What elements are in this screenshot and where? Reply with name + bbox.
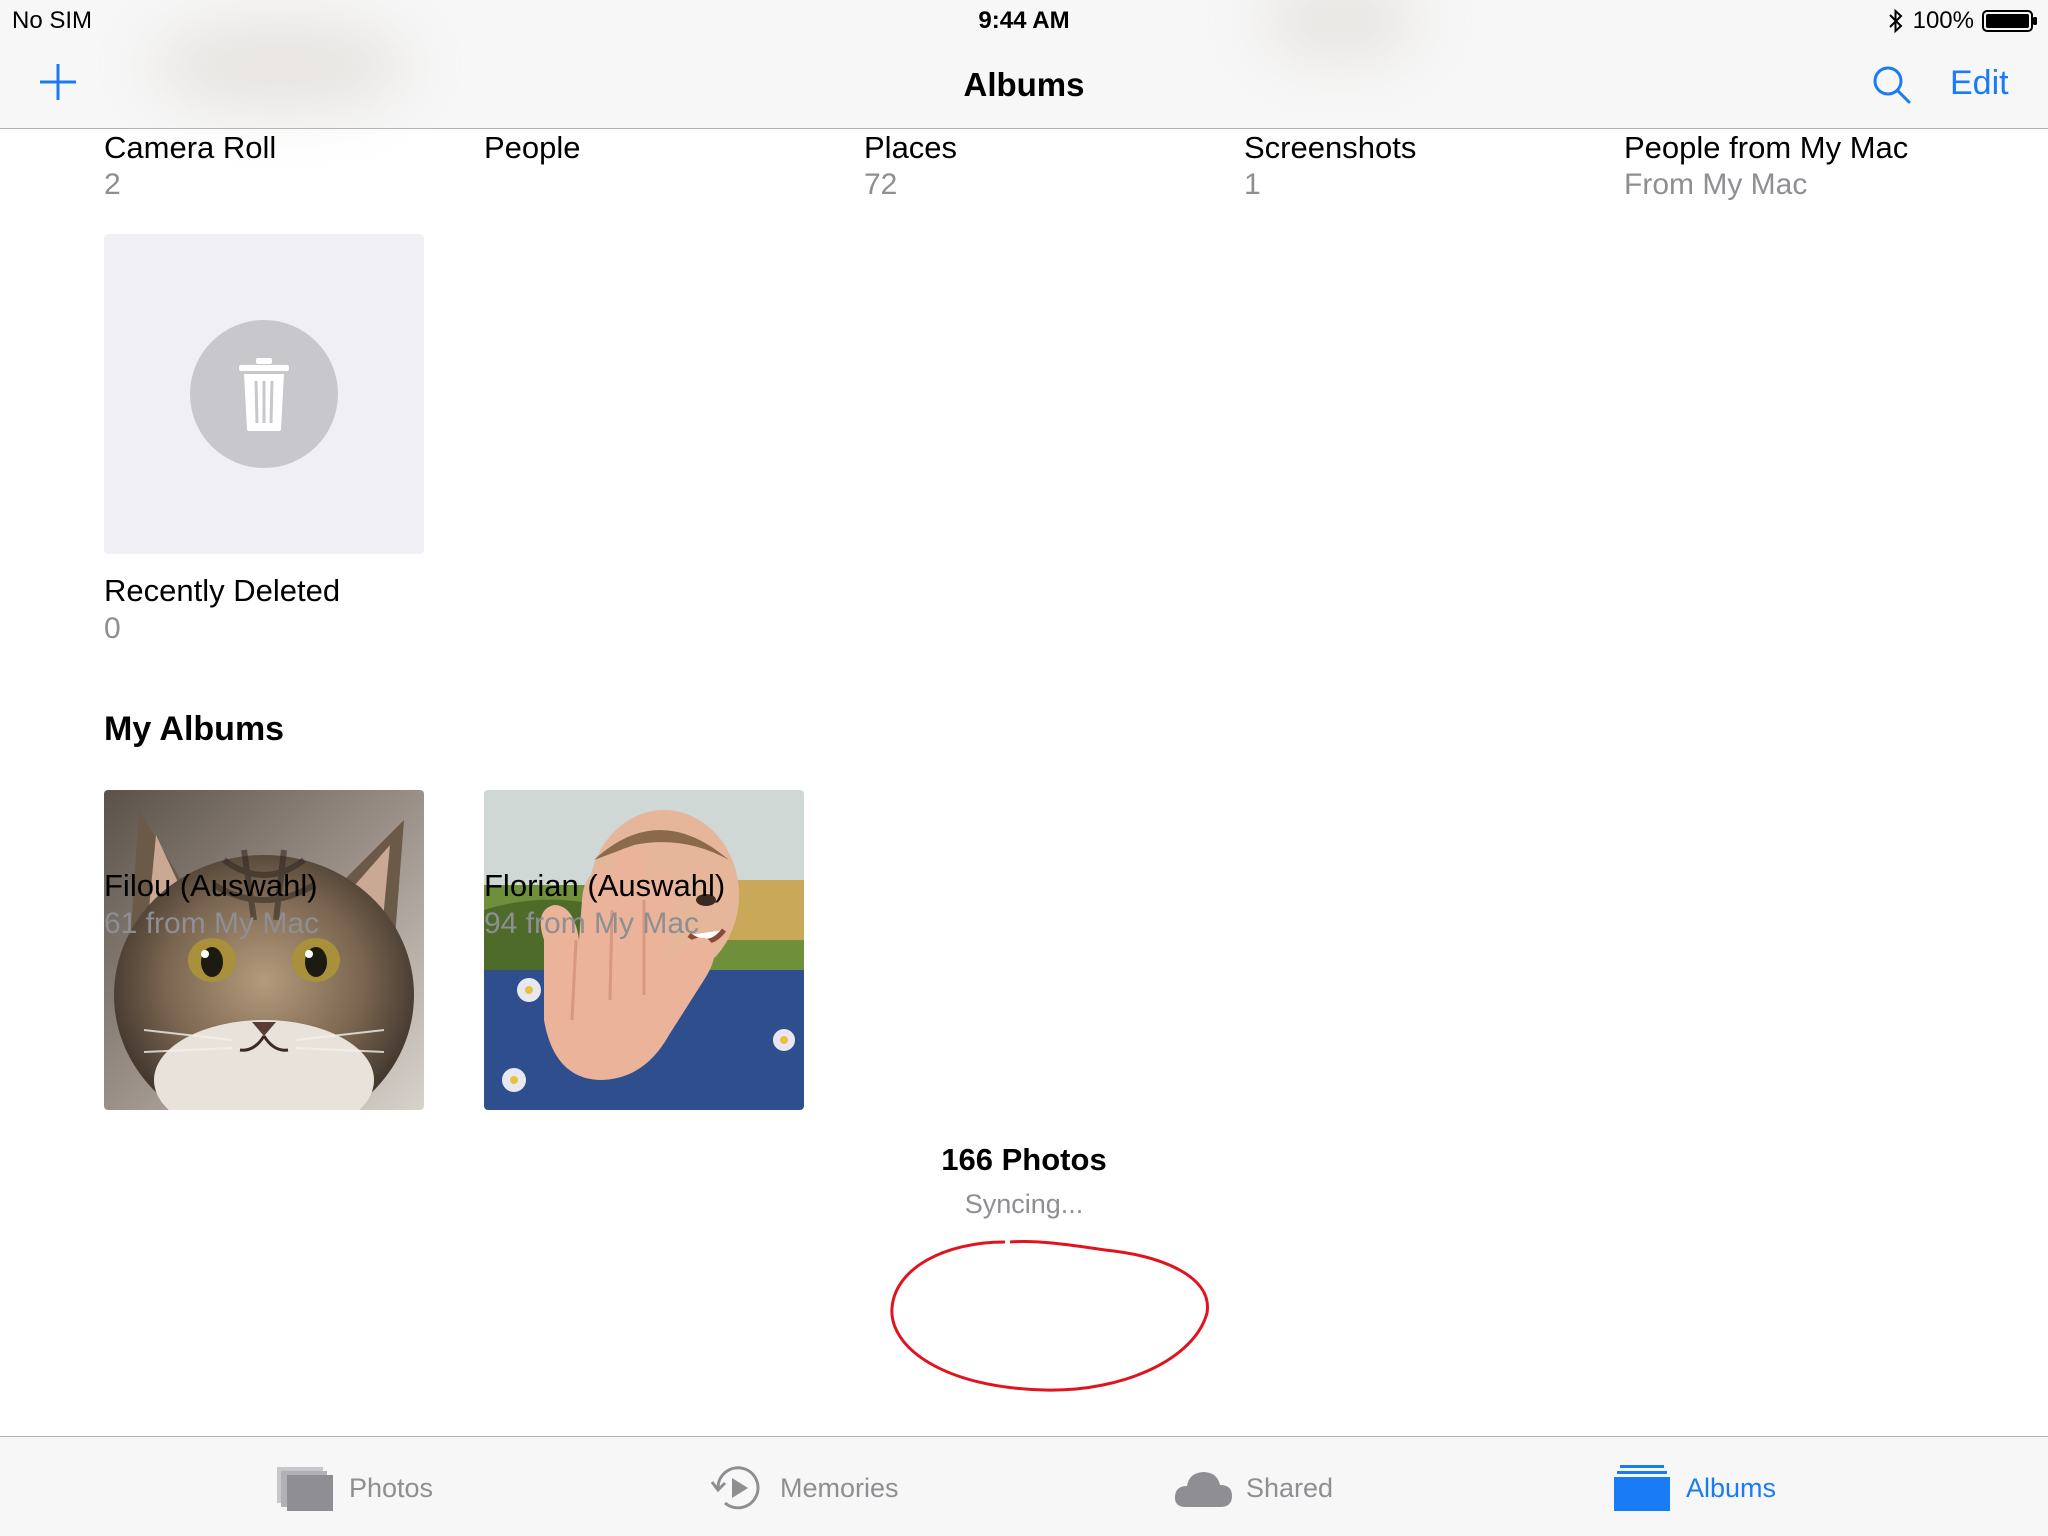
photo-count: 166 Photos	[941, 1142, 1107, 1177]
kitten-photo	[104, 790, 424, 1110]
battery-icon	[1982, 10, 2037, 32]
album-title: Camera Roll	[104, 130, 277, 165]
sync-status: Syncing...	[964, 1189, 1084, 1219]
tab-label: Memories	[780, 1472, 899, 1503]
album-count: 94 from My Mac	[484, 907, 700, 940]
trash-icon	[239, 358, 289, 431]
album-count: 2	[104, 168, 121, 201]
album-title: Florian (Auswahl)	[484, 868, 726, 903]
cloud-icon	[1174, 1472, 1232, 1507]
clock: 9:44 AM	[978, 7, 1070, 34]
album-count: 1	[1244, 168, 1261, 201]
section-header-my-albums: My Albums	[104, 710, 285, 748]
album-source: From My Mac	[1624, 168, 1808, 201]
album-thumbnail-child[interactable]	[484, 790, 804, 1110]
tab-shared[interactable]: Shared	[1172, 1463, 1333, 1513]
album-count: 0	[104, 612, 121, 645]
trash-icon-circle	[190, 320, 338, 468]
tab-label: Albums	[1686, 1472, 1777, 1503]
tab-albums[interactable]: Albums	[1612, 1463, 1776, 1513]
album-title: Recently Deleted	[104, 573, 341, 608]
page-title: Albums	[963, 66, 1085, 103]
tab-photos[interactable]: Photos	[275, 1463, 433, 1513]
tab-memories[interactable]: Memories	[706, 1463, 899, 1513]
bluetooth-icon	[1888, 8, 1903, 34]
memories-icon	[710, 1466, 760, 1510]
status-bar: No SIM 9:44 AM 100%	[0, 0, 2048, 40]
tab-bar: Photos Memories Shared Albums	[0, 1436, 2048, 1536]
albums-icon	[1614, 1465, 1670, 1511]
albums-screen: Albums Edit No SIM 9:44 AM 100% Camera R…	[0, 0, 2048, 1536]
status-indicators: 100%	[1887, 7, 2038, 35]
child-photo	[484, 790, 804, 1110]
battery-percentage: 100%	[1912, 7, 1974, 34]
album-title: Screenshots	[1244, 130, 1417, 165]
album-title: People	[484, 130, 581, 165]
photos-icon	[277, 1467, 333, 1511]
edit-button[interactable]: Edit	[1950, 64, 2009, 103]
album-title: Filou (Auswahl)	[104, 868, 318, 903]
album-thumbnail[interactable]	[104, 234, 424, 554]
album-title: Places	[864, 130, 958, 165]
albums-content: Camera Roll 2 People Places 72 Screensho…	[0, 130, 2048, 1436]
album-count: 61 from My Mac	[104, 907, 320, 940]
tab-label: Photos	[349, 1472, 434, 1503]
album-thumbnail-kitten[interactable]	[104, 790, 424, 1110]
album-count: 72	[864, 168, 898, 201]
tab-label: Shared	[1246, 1472, 1334, 1503]
album-title: People from My Mac	[1624, 130, 1909, 165]
search-icon[interactable]	[1872, 65, 1912, 105]
